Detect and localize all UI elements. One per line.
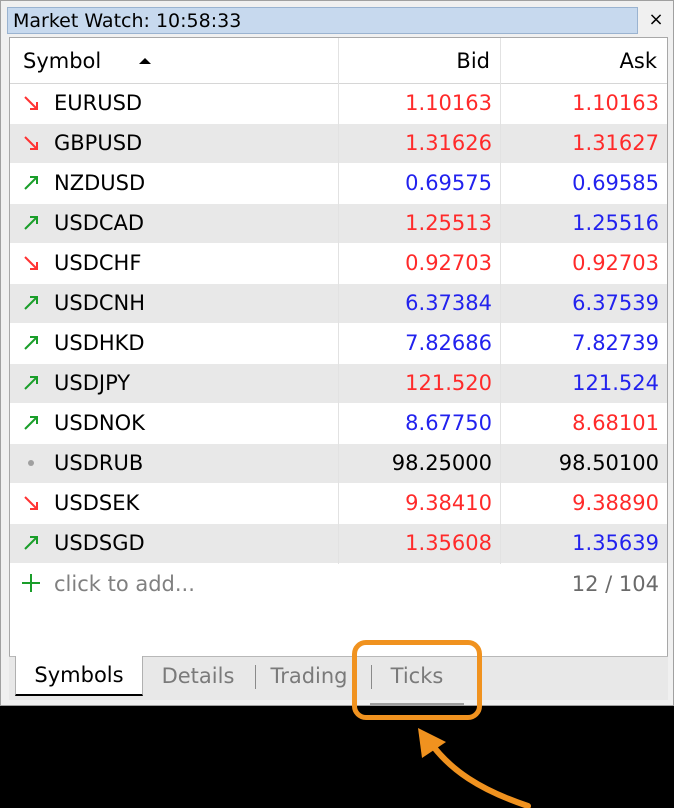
symbol-cell: USDJPY xyxy=(10,364,339,404)
ask-price: 6.37539 xyxy=(572,291,659,315)
trend-down-arrow-icon xyxy=(24,256,38,270)
bid-price: 9.38410 xyxy=(339,484,501,524)
symbol-name: USDCNH xyxy=(54,291,146,315)
symbol-cell: NZDUSD xyxy=(10,164,339,204)
symbol-name: GBPUSD xyxy=(54,131,143,155)
symbol-name: EURUSD xyxy=(54,91,143,115)
tab-bar: Symbols Details Trading Ticks xyxy=(9,656,668,700)
ask-price: 0.92703 xyxy=(572,251,659,275)
ask-price: 0.69585 xyxy=(572,171,659,195)
table-row[interactable]: USDJPY 121.520 121.524 xyxy=(10,364,667,404)
symbol-cell: USDNOK xyxy=(10,404,339,444)
trend-up-arrow-icon xyxy=(24,336,38,350)
bid-price: 121.520 xyxy=(339,364,501,404)
trend-neutral-dot-icon xyxy=(28,460,34,466)
symbol-cell: USDSGD xyxy=(10,524,339,564)
symbol-name: USDHKD xyxy=(54,331,145,355)
trend-down-arrow-icon xyxy=(24,136,38,150)
column-header-symbol-label: Symbol xyxy=(23,49,102,73)
table-row[interactable]: USDHKD 7.82686 7.82739 xyxy=(10,324,667,364)
tab-symbols[interactable]: Symbols xyxy=(15,656,143,696)
table-row[interactable]: EURUSD 1.10163 1.10163 xyxy=(10,84,667,124)
symbol-cell: GBPUSD xyxy=(10,124,339,164)
ask-price: 1.25516 xyxy=(572,211,659,235)
symbol-cell: USDRUB xyxy=(10,444,339,484)
table-row[interactable]: USDSEK 9.38410 9.38890 xyxy=(10,484,667,524)
symbol-cell: EURUSD xyxy=(10,84,339,124)
trend-up-arrow-icon xyxy=(24,176,38,190)
table-row[interactable]: GBPUSD 1.31626 1.31627 xyxy=(10,124,667,164)
symbol-name: USDJPY xyxy=(54,371,131,395)
close-icon[interactable]: × xyxy=(645,8,667,32)
symbol-cell: USDHKD xyxy=(10,324,339,364)
column-header-ask[interactable]: Ask xyxy=(501,38,667,84)
trend-down-arrow-icon xyxy=(24,496,38,510)
ask-price: 9.38890 xyxy=(572,491,659,515)
symbol-name: USDNOK xyxy=(54,411,145,435)
table-row[interactable]: USDSGD 1.35608 1.35639 xyxy=(10,524,667,564)
symbol-cell: USDSEK xyxy=(10,484,339,524)
tab-separator xyxy=(255,665,256,689)
title-bar[interactable]: Market Watch: 10:58:33 xyxy=(7,7,638,34)
bid-price: 1.35608 xyxy=(339,524,501,564)
ask-price: 7.82739 xyxy=(572,331,659,355)
bid-price: 1.25513 xyxy=(339,204,501,244)
column-header-symbol[interactable]: Symbol xyxy=(10,38,339,84)
add-symbol-row[interactable]: click to add... 12 / 104 xyxy=(10,564,667,604)
click-to-add-link[interactable]: click to add... xyxy=(54,564,195,604)
symbol-name: USDCHF xyxy=(54,251,142,275)
column-header-bid[interactable]: Bid xyxy=(339,38,501,84)
trend-up-arrow-icon xyxy=(24,376,38,390)
symbol-table: Symbol Bid Ask EURUSD 1.10163 1.10163 GBPUS… xyxy=(9,37,668,657)
ticks-tab-highlight xyxy=(352,640,482,720)
symbol-name: USDSGD xyxy=(54,531,145,555)
sort-ascending-icon xyxy=(139,58,151,64)
trend-up-arrow-icon xyxy=(24,416,38,430)
plus-icon[interactable] xyxy=(21,573,41,593)
table-row[interactable]: USDCAD 1.25513 1.25516 xyxy=(10,204,667,244)
symbol-rows: EURUSD 1.10163 1.10163 GBPUSD 1.31626 1.31627… xyxy=(10,84,667,564)
bid-price: 0.69575 xyxy=(339,164,501,204)
trend-up-arrow-icon xyxy=(24,216,38,230)
ask-price: 121.524 xyxy=(572,371,659,395)
bid-price: 8.67750 xyxy=(339,404,501,444)
column-header-ask-label: Ask xyxy=(619,49,657,73)
bid-price: 1.10163 xyxy=(339,84,501,124)
column-header-bid-label: Bid xyxy=(456,49,490,73)
trend-up-arrow-icon xyxy=(24,536,38,550)
table-row[interactable]: USDRUB 98.25000 98.50100 xyxy=(10,444,667,484)
bid-price: 6.37384 xyxy=(339,284,501,324)
ask-price: 1.31627 xyxy=(572,131,659,155)
trend-up-arrow-icon xyxy=(24,296,38,310)
window-title: Market Watch: 10:58:33 xyxy=(13,10,242,32)
ask-price: 1.10163 xyxy=(572,91,659,115)
ask-price: 8.68101 xyxy=(572,411,659,435)
table-row[interactable]: USDCNH 6.37384 6.37539 xyxy=(10,284,667,324)
ask-price: 98.50100 xyxy=(558,451,659,475)
table-header: Symbol Bid Ask xyxy=(10,38,667,84)
callout-arrow-icon xyxy=(418,728,531,808)
market-watch-window: Market Watch: 10:58:33 × Symbol Bid Ask … xyxy=(0,0,674,706)
table-row[interactable]: USDCHF 0.92703 0.92703 xyxy=(10,244,667,284)
symbol-name: USDSEK xyxy=(54,491,140,515)
symbol-name: USDRUB xyxy=(54,451,144,475)
tab-trading[interactable]: Trading xyxy=(263,657,355,695)
tab-details[interactable]: Details xyxy=(149,657,247,695)
symbol-cell: USDCNH xyxy=(10,284,339,324)
symbol-name: USDCAD xyxy=(54,211,145,235)
bid-price: 0.92703 xyxy=(339,244,501,284)
bid-price: 1.31626 xyxy=(339,124,501,164)
table-row[interactable]: USDNOK 8.67750 8.68101 xyxy=(10,404,667,444)
table-row[interactable]: NZDUSD 0.69575 0.69585 xyxy=(10,164,667,204)
bid-price: 7.82686 xyxy=(339,324,501,364)
symbol-count: 12 / 104 xyxy=(571,572,659,596)
trend-down-arrow-icon xyxy=(24,96,38,110)
symbol-name: NZDUSD xyxy=(54,171,146,195)
symbol-cell: USDCAD xyxy=(10,204,339,244)
ask-price: 1.35639 xyxy=(572,531,659,555)
symbol-cell: USDCHF xyxy=(10,244,339,284)
bid-price: 98.25000 xyxy=(339,444,501,484)
